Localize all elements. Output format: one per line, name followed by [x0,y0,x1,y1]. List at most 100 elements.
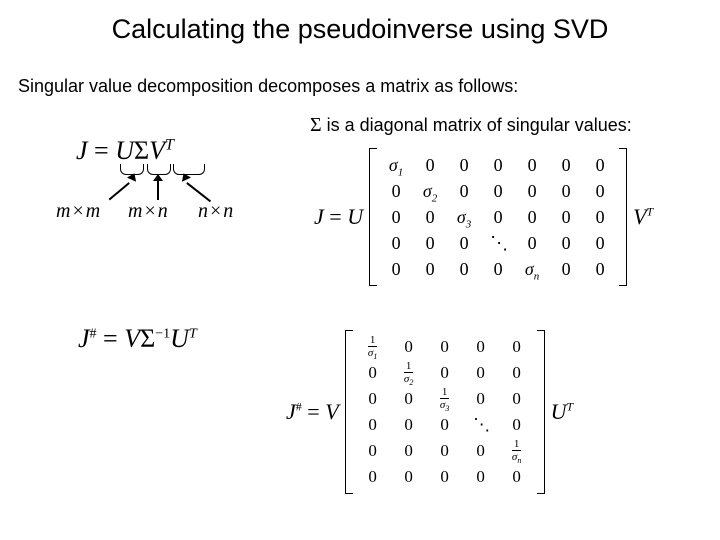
matrix-cell: 0 [463,334,499,360]
matrix-cell: 0 [549,230,583,256]
eq2-V: V [124,324,140,353]
arrow-line-right [187,182,212,202]
sigma-matrix: σ10000000σ20000000σ30000000⋱0000000σn00 [377,148,619,286]
equation-pinv: J# = VΣ−1UT [78,324,197,354]
matrix-cell: σ2 [413,178,447,204]
dim-x: × [70,200,85,222]
sigma-note: Σ is a diagonal matrix of singular value… [310,114,632,137]
matrix-cell: 0 [379,230,413,256]
dim-x3: × [208,200,223,222]
eq1-eq: = [88,136,116,165]
matrix-cell: 0 [499,412,535,438]
matrix-cell: 0 [583,178,617,204]
matrix-cell: 0 [447,178,481,204]
sigma-glyph: Σ [310,114,322,136]
sigma-inv-matrix: 1σ1000001σ2000001σ300000⋱000001σn00000 [353,330,537,494]
mat2-rhs: UT [545,399,574,425]
matrix-cell: σ1 [379,152,413,178]
matrix-cell: 0 [391,464,427,490]
bracket-left-icon [369,148,377,286]
matrix-cell: 0 [499,334,535,360]
matrix-cell: 0 [463,360,499,386]
matrix-cell: 0 [463,438,499,464]
dim-label-V: n×n [198,200,233,223]
dim-label-Sigma: m×n [128,200,168,223]
matrix-cell: 1σ3 [427,386,463,412]
mat2-V: V [325,399,338,424]
matrix-cell: 0 [549,152,583,178]
dim-n3: n [223,200,233,222]
matrix-cell: 0 [481,256,515,282]
eq1-Sigma: Σ [134,136,149,165]
matrix-cell: 0 [379,178,413,204]
matrix-cell: σ3 [447,204,481,230]
matrix-cell: 0 [391,438,427,464]
mat2-U: U [551,399,567,424]
eq2-inv: −1 [155,326,170,341]
slide: Calculating the pseudoinverse using SVD … [0,0,720,540]
matrix-cell: 0 [481,204,515,230]
matrix-cell: 0 [549,204,583,230]
matrix-cell: 0 [355,412,391,438]
matrix-cell: 0 [391,386,427,412]
mat1-rhs: VT [627,204,653,230]
mat2-eq: = [302,399,325,424]
matrix-cell: 0 [355,360,391,386]
dim-n2: n [198,200,208,222]
sigma-note-text: is a diagonal matrix of singular values: [322,115,632,135]
matrix-cell: 0 [463,464,499,490]
arrow-line-left [109,182,130,200]
matrix-cell: 0 [515,178,549,204]
matrix-cell: ⋱ [481,230,515,256]
matrix-cell: 0 [413,256,447,282]
mat1-V: V [633,204,646,229]
bracket-left-icon [345,330,353,494]
slide-subtitle: Singular value decomposition decomposes … [18,76,518,97]
matrix-cell: 0 [583,230,617,256]
matrix-cell: 0 [515,230,549,256]
matrix-cell: 0 [583,152,617,178]
matrix-cell: 0 [499,386,535,412]
matrix-cell: 0 [427,412,463,438]
matrix-cell: 0 [499,464,535,490]
matrix-cell: 0 [549,178,583,204]
matrix-cell: 0 [391,334,427,360]
matrix-cell: σn [515,256,549,282]
matrix-cell: 0 [447,256,481,282]
dim-m3: m [128,200,142,222]
matrix-cell: 1σ2 [391,360,427,386]
matrix-cell: 0 [499,360,535,386]
matrix-cell: 0 [583,256,617,282]
matrix-eq-sigma-inv: J# = V 1σ1000001σ2000001σ300000⋱000001σn… [286,330,573,494]
eq2-sharp: # [90,326,97,341]
matrix-cell: 1σn [499,438,535,464]
eq1-T: T [165,136,174,153]
eq2-eq: = [97,324,125,353]
matrix-cell: 0 [427,464,463,490]
matrix-cell: 0 [413,152,447,178]
matrix-cell: 0 [481,178,515,204]
eq2-J: J [78,324,90,353]
matrix-cell: 0 [379,204,413,230]
matrix-cell: 0 [447,152,481,178]
matrix-cell: 0 [427,360,463,386]
bracket-right-icon [537,330,545,494]
arrow-line-mid [157,178,159,200]
matrix-cell: 0 [463,386,499,412]
matrix-cell: 0 [355,464,391,490]
matrix-cell: 0 [427,438,463,464]
dim-m: m [56,200,70,222]
matrix-cell: 0 [583,204,617,230]
mat2-T: T [567,400,574,414]
matrix-cell: ⋱ [463,412,499,438]
slide-title: Calculating the pseudoinverse using SVD [0,14,720,45]
eq1-J: J [76,136,88,165]
mat1-lhs: J = U [314,204,369,230]
equation-svd: J = UΣVT [76,136,174,166]
matrix-cell: 1σ1 [355,334,391,360]
mat1-T: T [647,205,654,219]
eq2-T: T [189,326,197,341]
matrix-cell: 0 [427,334,463,360]
bracket-right-icon [619,148,627,286]
matrix-cell: 0 [515,152,549,178]
